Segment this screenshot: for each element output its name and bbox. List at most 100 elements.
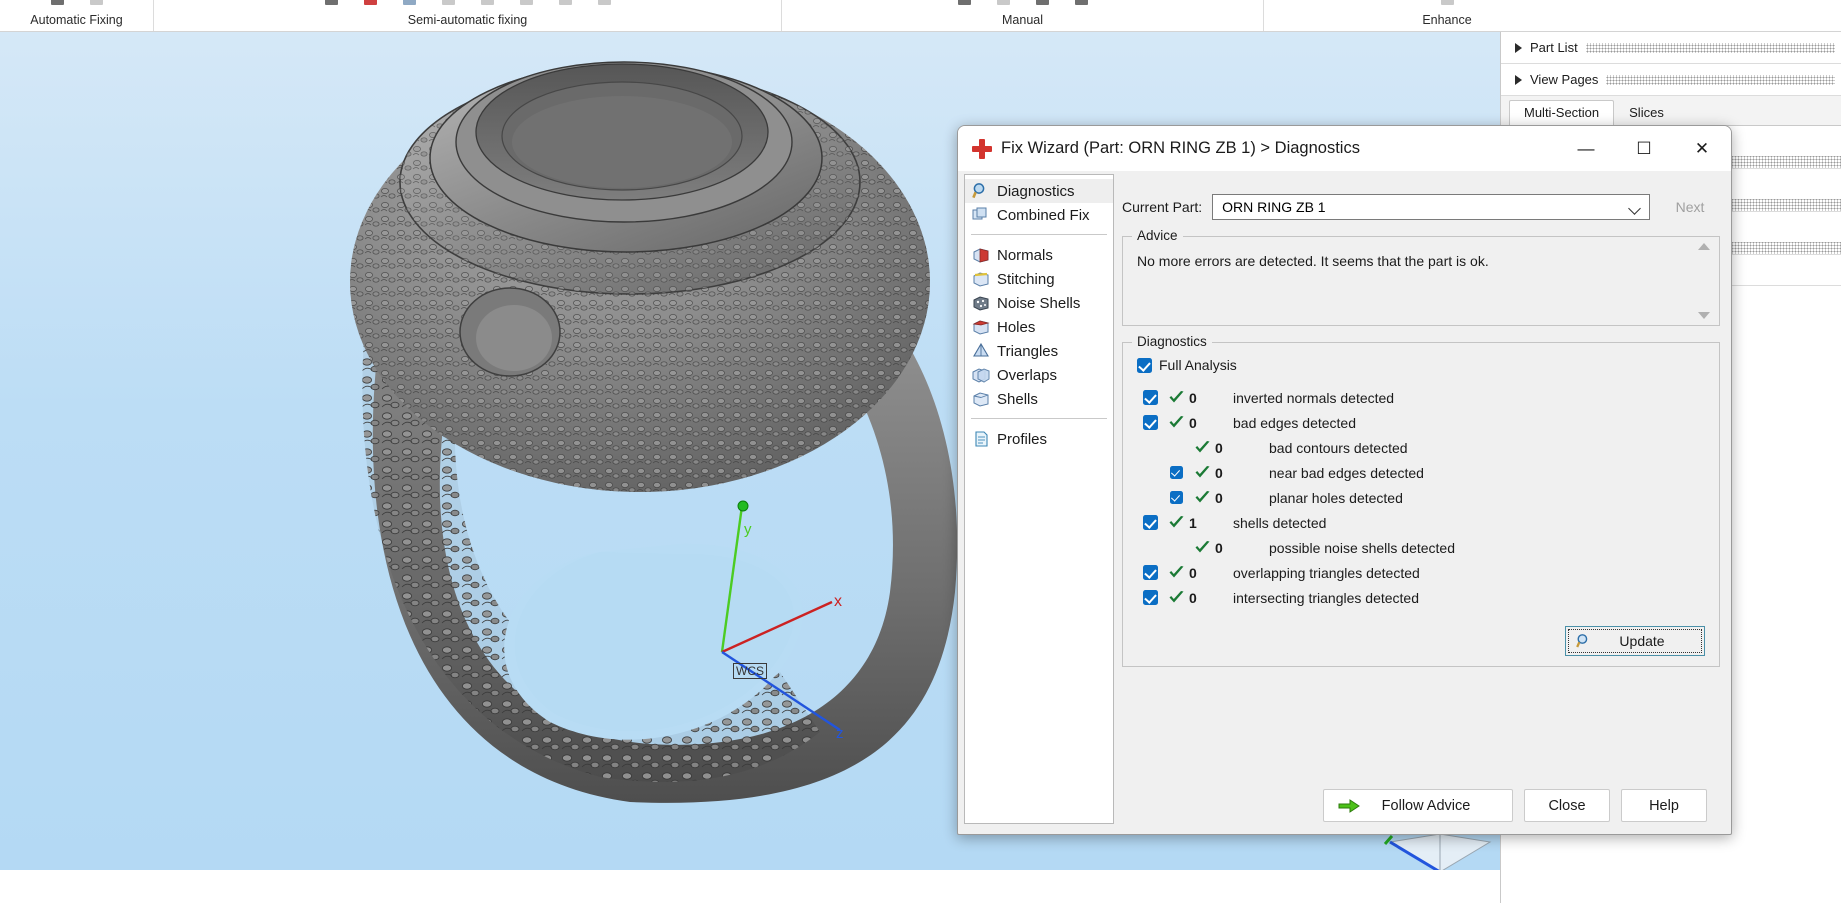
toolbar-icon[interactable] [1035, 0, 1049, 5]
nav-item-holes[interactable]: Holes [965, 315, 1113, 339]
close-icon[interactable]: ✕ [1673, 126, 1731, 172]
nav-item-normals[interactable]: Normals [965, 243, 1113, 267]
diagnostic-label: planar holes detected [1269, 489, 1403, 506]
nav-item-combined-fix[interactable]: Combined Fix [965, 203, 1113, 227]
follow-advice-button[interactable]: Follow Advice [1323, 789, 1513, 822]
next-button[interactable]: Next [1660, 194, 1720, 220]
diagnostic-checkbox[interactable] [1142, 390, 1158, 405]
toolbar-icon[interactable] [519, 0, 533, 5]
chevron-right-icon[interactable] [1515, 42, 1522, 53]
ribbon-group-automatic-fixing[interactable]: Automatic Fixing [0, 0, 154, 31]
toolbar-icon[interactable] [1440, 0, 1454, 5]
wcs-axis-widget: y x z [720, 500, 844, 742]
full-analysis-row[interactable]: Full Analysis [1137, 357, 1719, 373]
diagnostic-count: 0 [1215, 439, 1223, 456]
toolbar-icon[interactable] [89, 0, 103, 5]
check-mark-icon [1163, 515, 1189, 530]
application-window: Automatic Fixing Semi-automatic fixing M… [0, 0, 1841, 903]
red-cross-icon [972, 138, 992, 159]
toolbar-icon[interactable] [558, 0, 572, 5]
ribbon-group-label: Manual [1002, 12, 1043, 27]
scroll-up-icon[interactable] [1698, 243, 1710, 250]
minimize-icon[interactable]: — [1557, 126, 1615, 172]
dialog-titlebar[interactable]: Fix Wizard (Part: ORN RING ZB 1) > Diagn… [958, 126, 1731, 172]
toolbar-icon[interactable] [324, 0, 338, 5]
full-analysis-checkbox[interactable] [1137, 357, 1152, 373]
check-mark-icon [1163, 390, 1189, 405]
help-button[interactable]: Help [1621, 789, 1707, 822]
diagnostic-checkbox[interactable] [1142, 590, 1158, 605]
diagnostic-label: intersecting triangles detected [1233, 589, 1419, 606]
nav-item-shells[interactable]: Shells [965, 387, 1113, 411]
diagnostic-label: bad edges detected [1233, 414, 1356, 431]
y-axis-label: y [744, 521, 752, 538]
wcs-label: WCS [733, 663, 767, 679]
current-part-label: Current Part: [1122, 199, 1203, 215]
tab-slices[interactable]: Slices [1614, 100, 1679, 125]
ribbon-icons-automatic-fixing [0, 0, 153, 5]
nav-item-diagnostics[interactable]: Diagnostics [965, 179, 1113, 203]
fix-wizard-dialog[interactable]: Fix Wizard (Part: ORN RING ZB 1) > Diagn… [957, 125, 1732, 835]
view-orientation-triad[interactable]: Z [1380, 832, 1500, 870]
advice-text: No more errors are detected. It seems th… [1137, 253, 1489, 269]
dialog-navigation-list: Diagnostics Combined Fix Normals Stitchi… [964, 174, 1114, 824]
ribbon-icons-semi-automatic-fixing [154, 0, 781, 5]
nav-item-stitching[interactable]: Stitching [965, 267, 1113, 291]
diagnostic-checkbox[interactable] [1142, 515, 1158, 530]
diagnostic-row: 0 inverted normals detected [1137, 385, 1719, 410]
diagnostic-label: bad contours detected [1269, 439, 1408, 456]
maximize-icon[interactable]: ☐ [1615, 126, 1673, 172]
check-mark-icon [1189, 440, 1215, 455]
ribbon-group-label: Semi-automatic fixing [407, 12, 528, 27]
tab-multi-section[interactable]: Multi-Section [1509, 100, 1615, 125]
ribbon-group-enhance[interactable]: Enhance [1264, 0, 1630, 31]
chevron-right-icon[interactable] [1515, 74, 1522, 85]
holed-cube-icon [972, 318, 990, 336]
scroll-down-icon[interactable] [1698, 312, 1710, 319]
update-button[interactable]: Update [1565, 626, 1705, 656]
toolbar-icon[interactable] [363, 0, 377, 5]
diagnostic-checkbox[interactable] [1169, 466, 1183, 479]
section-label: View Pages [1530, 72, 1599, 87]
diagnostic-row: 0 near bad edges detected [1137, 460, 1719, 485]
diagnostic-checkbox[interactable] [1142, 415, 1158, 430]
diagnostic-row: 0 overlapping triangles detected [1137, 560, 1719, 585]
diagnostic-count: 0 [1189, 389, 1197, 406]
toolbar-icon[interactable] [1074, 0, 1088, 5]
right-panel-section-view-pages[interactable]: View Pages [1501, 64, 1841, 96]
right-panel-section-part-list[interactable]: Part List [1501, 32, 1841, 64]
toolbar-icon[interactable] [402, 0, 416, 5]
nav-item-label: Overlaps [997, 366, 1058, 384]
nav-item-noise-shells[interactable]: Noise Shells [965, 291, 1113, 315]
toolbar-icon[interactable] [480, 0, 494, 5]
diagnostic-checkbox[interactable] [1142, 565, 1158, 580]
ribbon-group-semi-automatic-fixing[interactable]: Semi-automatic fixing [154, 0, 782, 31]
ribbon-group-manual[interactable]: Manual [782, 0, 1264, 31]
nav-item-profiles[interactable]: Profiles [965, 427, 1113, 451]
ribbon-icons-manual [782, 0, 1263, 5]
advice-scrollbar[interactable] [1695, 243, 1713, 319]
close-button[interactable]: Close [1524, 789, 1610, 822]
toolbar-icon[interactable] [441, 0, 455, 5]
nav-divider [971, 418, 1107, 419]
toolbar-icon[interactable] [50, 0, 64, 5]
current-part-select[interactable]: ORN RING ZB 1 [1212, 194, 1650, 220]
toolbar-icon[interactable] [996, 0, 1010, 5]
current-part-row: Current Part: ORN RING ZB 1 Next [1120, 172, 1728, 220]
advice-fieldset: Advice No more errors are detected. It s… [1122, 228, 1720, 326]
toolbar-icon[interactable] [957, 0, 971, 5]
nav-item-overlaps[interactable]: Overlaps [965, 363, 1113, 387]
diagnostic-checkbox[interactable] [1169, 491, 1183, 504]
triangle-prism-icon [972, 342, 990, 360]
toolbar-icon[interactable] [597, 0, 611, 5]
chevron-down-icon[interactable] [1628, 202, 1641, 215]
diagnostics-legend: Diagnostics [1132, 334, 1212, 349]
update-button-wrap: Update [1137, 610, 1719, 656]
nav-item-label: Triangles [997, 342, 1059, 360]
diagnostic-checkbox-cell [1137, 415, 1163, 430]
diagnostic-row: 0 bad edges detected [1137, 410, 1719, 435]
diagnostic-checkbox-cell [1137, 590, 1163, 605]
nav-item-triangles[interactable]: Triangles [965, 339, 1113, 363]
check-mark-icon [1189, 490, 1215, 505]
dotted-separator [1606, 74, 1835, 85]
